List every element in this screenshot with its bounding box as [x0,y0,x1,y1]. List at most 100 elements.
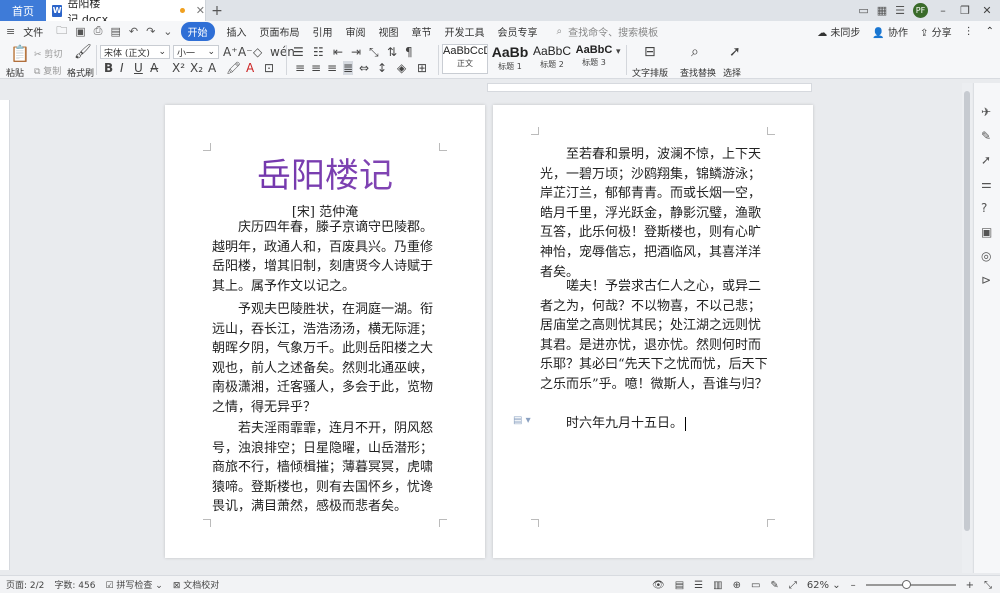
align-right-icon[interactable]: ≡ [327,61,337,75]
page-count[interactable]: 页面: 2/2 [6,578,44,591]
tab-sections[interactable]: 章节 [412,24,432,39]
redo-icon[interactable]: ↷ [146,25,155,38]
layout-icon[interactable]: ▭ [858,4,868,17]
horizontal-ruler[interactable] [487,83,812,92]
restore-icon[interactable]: ❐ [958,4,972,17]
cut-button[interactable]: ✂ 剪切 [34,47,62,60]
tab-references[interactable]: 引用 [313,24,333,39]
web-view-icon[interactable]: ⊕ [733,580,741,591]
search-icon[interactable]: ⌕ [557,26,563,37]
page-view-icon[interactable]: ▤ [675,580,684,591]
tab-insert[interactable]: 插入 [227,24,247,39]
show-marks-icon[interactable]: ¶ [405,45,413,59]
share-button[interactable]: ⇪ 分享 [920,24,952,39]
outline-view-icon[interactable]: ☰ [694,580,703,591]
tab-home[interactable]: 开始 [180,21,215,41]
paste-button[interactable]: 粘贴 [6,66,24,79]
print-icon[interactable]: ⎙ [94,24,103,38]
edit-icon[interactable]: ✎ [981,129,991,143]
bullet-list-icon[interactable]: ☰ [293,45,304,59]
grow-font-icon[interactable]: A⁺ [223,45,238,59]
char-border-icon[interactable]: ⊡ [264,61,274,75]
font-name-select[interactable]: 宋体 (正文) ⌄ [100,45,170,59]
image-icon[interactable]: ▣ [981,225,992,239]
hamburger-icon[interactable]: ≡ [6,25,15,38]
zoom-slider-knob[interactable] [902,580,912,589]
word-count[interactable]: 字数: 456 [54,578,95,591]
format-painter-button[interactable]: 格式刷 [67,66,94,79]
minimize-icon[interactable]: – [936,4,950,17]
collab-button[interactable]: 👤 协作 [872,24,908,39]
more-icon[interactable]: ⋮ [964,26,974,37]
style-normal[interactable]: AaBbCcDd 正文 [442,44,488,74]
open-folder-icon[interactable]: 🗀 [56,22,67,41]
save-icon[interactable]: ▣ [75,25,85,38]
copy-button[interactable]: ⧉ 复制 [34,64,61,77]
zoom-slider[interactable] [865,580,956,589]
skin-icon[interactable]: ☰ [895,4,905,17]
highlight-icon[interactable]: 🖍 [226,61,241,75]
tab-page-layout[interactable]: 页面布局 [260,24,300,39]
underline-icon[interactable]: U [134,61,143,75]
close-window-icon[interactable]: ✕ [980,4,994,17]
numbered-list-icon[interactable]: ☷ [313,45,324,59]
font-color-icon[interactable]: A [246,61,254,75]
search-icon[interactable]: ⌕ [691,44,699,60]
tab-member[interactable]: 会员专享 [498,24,538,39]
align-center-icon[interactable]: ≡ [311,61,321,75]
adjust-icon[interactable]: ⚌ [981,177,992,191]
styles-expand-icon[interactable]: ▾ [616,47,621,57]
tab-developer[interactable]: 开发工具 [445,24,485,39]
tab-view[interactable]: 视图 [379,24,399,39]
undo-icon[interactable]: ↶ [129,25,138,38]
collapse-ribbon-icon[interactable]: ⌃ [986,26,994,37]
paste-icon[interactable]: 📋 [10,44,30,63]
sync-button[interactable]: ☁ 未同步 [817,24,860,39]
eye-icon[interactable]: 👁 [652,580,665,591]
rocket-icon[interactable]: ✈ [981,105,991,119]
grid-icon[interactable]: ▦ [877,4,887,17]
subscript-icon[interactable]: X₂ [190,61,203,75]
select-button[interactable]: 选择 [723,66,741,79]
justify-icon[interactable]: ≣ [343,61,354,75]
document-tab[interactable]: W 岳阳楼记.docx ✕ [46,0,206,26]
fit-page-icon[interactable]: ⤢ [789,580,797,591]
bold-icon[interactable]: B [104,61,113,75]
file-menu[interactable]: 文件 [23,24,43,39]
close-tab-icon[interactable]: ✕ [196,4,205,17]
chevron-down-icon[interactable]: ⌄ [163,25,172,38]
font-size-select[interactable]: 小一 ⌄ [173,45,219,59]
location-icon[interactable]: ◎ [981,249,991,263]
pointer-icon[interactable]: ➚ [981,153,991,167]
tab-review[interactable]: 审阅 [346,24,366,39]
scrollbar-thumb[interactable] [964,91,970,531]
vertical-ruler[interactable] [0,100,10,570]
text-layout-icon[interactable]: ⊟ [644,44,656,60]
vertical-scrollbar[interactable] [962,83,972,573]
spellcheck-button[interactable]: ☑ 拼写检查 ⌄ [105,578,162,591]
text-layout-button[interactable]: 文字排版 [632,66,668,79]
zoom-in-icon[interactable]: + [966,580,974,591]
text-effect-icon[interactable]: A [208,61,216,75]
pen-icon[interactable]: ✎ [770,580,778,591]
document-page-1[interactable]: 岳阳楼记 [宋] 范仲淹 庆历四年春，滕子京谪守巴陵郡。越明年，政通人和，百废具… [165,105,485,558]
superscript-icon[interactable]: X² [172,61,185,75]
command-search-input[interactable]: 查找命令、搜索模板 [568,24,658,39]
shading-icon[interactable]: ◈ [397,61,406,75]
distribute-icon[interactable]: ⇔ [359,61,369,75]
cursor-icon[interactable]: ➚ [729,44,741,60]
strikethrough-icon[interactable]: A̶ [150,61,158,75]
help-icon[interactable]: ? [981,201,987,215]
sort-icon[interactable]: ⇅ [387,45,397,59]
phonetic-icon[interactable]: wén [270,45,295,59]
preview-icon[interactable]: ▤ [110,25,120,38]
paragraph-handle-icon[interactable]: ▤ ▾ [513,415,531,426]
italic-icon[interactable]: I [120,61,124,75]
style-heading-3[interactable]: AaBbC 标题 3 [574,44,614,74]
style-heading-2[interactable]: AaBbC 标题 2 [532,44,572,74]
zoom-out-icon[interactable]: – [851,580,856,591]
proofread-button[interactable]: ⊠ 文档校对 [173,578,219,591]
fit-window-icon[interactable]: ▭ [751,580,760,591]
zoom-level[interactable]: 62% ⌄ [807,580,841,591]
avatar[interactable]: PF [913,3,928,18]
